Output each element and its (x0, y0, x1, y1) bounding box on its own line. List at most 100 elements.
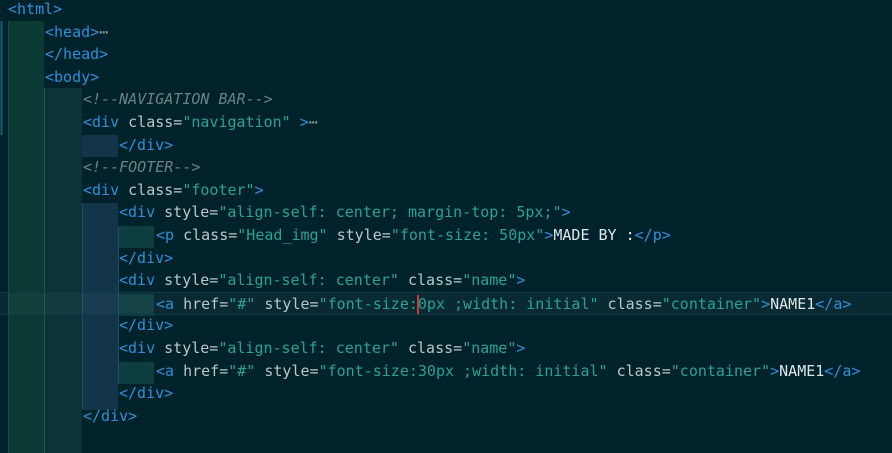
code-tag-token: > (516, 339, 526, 357)
code-line-content: <!--NAVIGATION BAR--> (83, 88, 273, 111)
code-tag-token: </p> (634, 226, 671, 244)
code-attribute-token: style= (255, 294, 319, 313)
code-line-content: <head>⋯ (45, 21, 108, 44)
code-comment-token: <!--FOOTER--> (83, 158, 201, 177)
code-line[interactable]: <head>⋯ (0, 21, 892, 44)
code-string-token: "align-self: center" (218, 271, 399, 290)
code-attribute-token: class= (607, 361, 671, 380)
code-line[interactable]: <!--FOOTER--> (0, 156, 892, 179)
code-tag-token: </div> (119, 384, 174, 403)
code-tag-token: <div (119, 271, 156, 290)
code-line[interactable]: </div> (0, 382, 892, 405)
code-tag-token: <div (119, 339, 156, 357)
code-line-content: <div style="align-self: center; margin-t… (119, 201, 571, 224)
code-tag-token: > (561, 203, 571, 222)
code-line[interactable]: </div> (0, 247, 892, 270)
code-string-token: "container" (670, 361, 771, 380)
code-line-content: <html> (8, 0, 62, 21)
code-tag-token: > (299, 113, 309, 131)
fold-ellipsis-icon[interactable]: ⋯ (99, 23, 108, 41)
code-text-token: NAME1 (779, 361, 825, 380)
code-attribute-token: class= (119, 180, 183, 199)
code-attribute-token: href= (174, 294, 229, 313)
code-tag-token: > (770, 361, 780, 380)
code-string-token: "#" (228, 361, 256, 380)
code-attribute-token: class= (398, 271, 463, 290)
code-attribute-token: class= (174, 226, 238, 244)
code-tag-token: > (516, 271, 526, 290)
code-line-content: </div> (119, 134, 173, 157)
code-string-token: "font-size: 50px" (390, 226, 545, 244)
code-line-content: <div class="navigation" >⋯ (83, 111, 318, 134)
code-attribute-token: class= (119, 113, 183, 131)
code-tag-token: </div> (119, 135, 174, 154)
code-tag-token: <div (119, 203, 156, 222)
code-line-content: <a href="#" style="font-size:0px ;width:… (156, 293, 851, 316)
code-string-token: "font-size:30px ;width: initial" (318, 361, 608, 380)
code-line-content: </div> (119, 314, 173, 337)
code-tag-token: <p (156, 226, 175, 244)
code-string-token: "font-size: (318, 294, 418, 313)
code-attribute-token: style= (155, 271, 219, 290)
code-string-token: "#" (228, 294, 256, 313)
code-line[interactable]: <div style="align-self: center; margin-t… (0, 201, 892, 224)
code-line-active[interactable]: <a href="#" style="font-size:0px ;width:… (0, 291, 892, 316)
code-tag-token: </div> (119, 248, 174, 267)
code-tag-token: <head> (45, 22, 100, 41)
code-string-token: 0px ;width: initial" (417, 294, 599, 313)
code-tag-token: <div (83, 180, 120, 199)
code-line-content: <a href="#" style="font-size:30px ;width… (156, 360, 860, 383)
code-line-content: </div> (119, 247, 173, 270)
code-tag-token: <html> (8, 0, 63, 18)
code-attribute-token: style= (155, 203, 219, 222)
code-attribute-token (291, 113, 300, 131)
code-tag-token: </head> (45, 45, 109, 64)
code-tag-token: > (254, 180, 264, 199)
code-line[interactable]: </div> (0, 314, 892, 337)
code-string-token: "align-self: center" (218, 339, 399, 357)
code-line-content: <div style="align-self: center" class="n… (119, 337, 525, 360)
code-tag-token: </a> (815, 294, 852, 313)
code-line[interactable]: <div class="navigation" >⋯ (0, 111, 892, 134)
code-line[interactable]: <!--NAVIGATION BAR--> (0, 88, 892, 111)
code-tag-token: > (761, 294, 771, 313)
code-attribute-token: style= (155, 339, 219, 357)
code-line[interactable]: </div> (0, 405, 892, 428)
code-string-token: "container" (661, 294, 762, 313)
code-line-content: <!--FOOTER--> (83, 156, 200, 179)
code-string-token: "Head_img" (237, 226, 328, 244)
code-line-content: </div> (119, 382, 173, 405)
code-line-content: <div class="footer"> (83, 179, 264, 202)
code-tag-token: </div> (119, 316, 174, 335)
code-tag-token: <a (156, 361, 175, 380)
code-line[interactable]: <div style="align-self: center" class="n… (0, 337, 892, 360)
code-text-token: NAME1 (770, 294, 816, 313)
code-line-content: <body> (45, 66, 99, 89)
code-line[interactable]: </head> (0, 43, 892, 66)
code-comment-token: <!--NAVIGATION BAR--> (83, 90, 273, 109)
code-tag-token: <div (83, 113, 120, 131)
code-tag-token: <a (156, 294, 175, 313)
code-string-token: "name" (462, 339, 517, 357)
code-string-token: "name" (462, 271, 517, 290)
code-line[interactable]: <a href="#" style="font-size:30px ;width… (0, 360, 892, 383)
code-line-content: </div> (83, 405, 137, 428)
code-line[interactable]: <html> (0, 0, 892, 21)
code-string-token: "navigation" (182, 113, 291, 131)
code-editor[interactable]: <html> <head>⋯ </head> <body> <!--NAVIGATION… (0, 0, 892, 453)
code-tag-token: </div> (83, 406, 138, 425)
code-line[interactable]: </div> (0, 134, 892, 157)
code-line[interactable]: <div class="footer"> (0, 179, 892, 202)
code-line-content: <div style="align-self: center" class="n… (119, 269, 525, 292)
fold-ellipsis-icon[interactable]: ⋯ (309, 113, 318, 131)
code-attribute-token: style= (255, 361, 319, 380)
code-string-token: "footer" (182, 180, 255, 199)
code-attribute-token: class= (598, 294, 662, 313)
code-line-content: <p class="Head_img" style="font-size: 50… (156, 224, 671, 247)
code-line-content: </head> (45, 43, 108, 66)
code-attribute-token: style= (327, 226, 391, 244)
code-line[interactable]: <p class="Head_img" style="font-size: 50… (0, 224, 892, 247)
code-line[interactable]: <div style="align-self: center" class="n… (0, 269, 892, 292)
code-attribute-token: href= (174, 361, 229, 380)
code-line[interactable]: <body> (0, 66, 892, 89)
